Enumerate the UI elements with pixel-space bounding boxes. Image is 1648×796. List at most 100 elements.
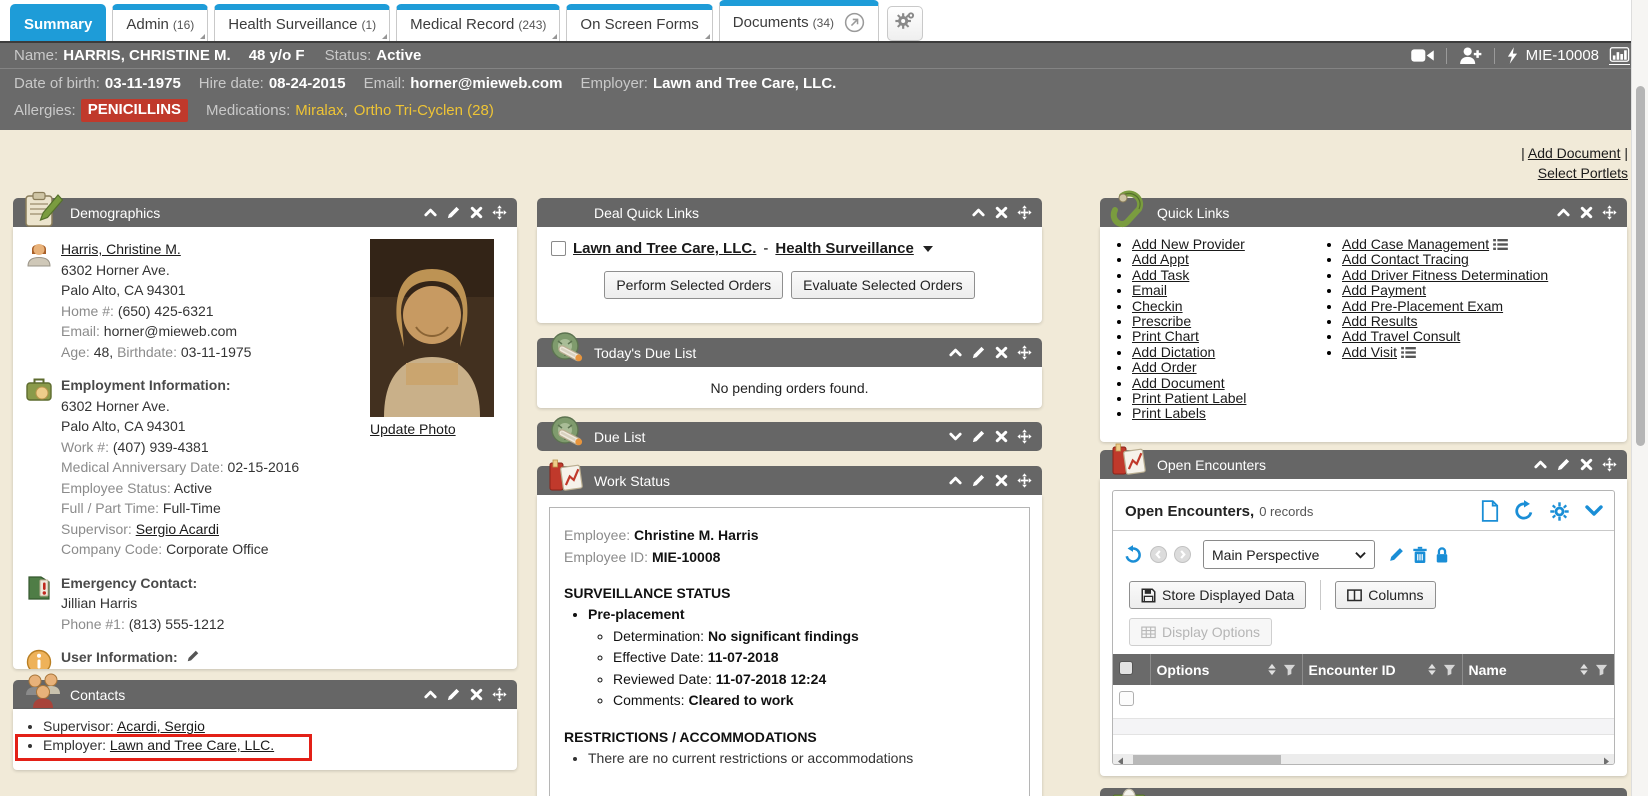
tab-admin[interactable]: Admin(16) — [112, 4, 208, 41]
scroll-left-arrow[interactable] — [1113, 754, 1128, 765]
evaluate-selected-orders-button[interactable]: Evaluate Selected Orders — [791, 271, 975, 299]
flowsheet-chart-icon[interactable] — [1609, 47, 1630, 65]
add-pre-placement-exam-link[interactable]: Add Pre-Placement Exam — [1342, 298, 1503, 314]
popout-arrow-icon[interactable] — [844, 12, 865, 33]
edit-portlet-button[interactable] — [971, 429, 986, 444]
columns-button[interactable]: Columns — [1335, 581, 1435, 609]
move-portlet-handle[interactable] — [1017, 205, 1032, 220]
checkin-link[interactable]: Checkin — [1132, 298, 1183, 314]
edit-portlet-button[interactable] — [971, 473, 986, 488]
add-appt-link[interactable]: Add Appt — [1132, 251, 1189, 267]
add-new-provider-link[interactable]: Add New Provider — [1132, 236, 1245, 252]
add-task-link[interactable]: Add Task — [1132, 267, 1189, 283]
move-portlet-handle[interactable] — [492, 687, 507, 702]
move-portlet-handle[interactable] — [1017, 429, 1032, 444]
select-portlets-link[interactable]: Select Portlets — [1538, 165, 1628, 181]
video-camera-icon[interactable] — [1411, 48, 1434, 63]
update-photo-link[interactable]: Update Photo — [370, 421, 456, 437]
tab-health-surveillance[interactable]: Health Surveillance(1) — [214, 4, 390, 41]
refresh-icon[interactable] — [1513, 500, 1535, 522]
edit-portlet-button[interactable] — [446, 687, 461, 702]
prev-perspective-button[interactable] — [1150, 546, 1167, 563]
add-travel-consult-link[interactable]: Add Travel Consult — [1342, 328, 1460, 344]
filter-icon[interactable] — [1595, 663, 1608, 676]
collapse-portlet-button[interactable] — [1533, 457, 1548, 472]
close-portlet-button[interactable] — [994, 345, 1009, 360]
page-vertical-scrollbar[interactable] — [1631, 0, 1648, 796]
todays-due-list-header[interactable]: Today's Due List — [537, 338, 1042, 367]
close-portlet-button[interactable] — [994, 473, 1009, 488]
edit-portlet-button[interactable] — [1556, 457, 1571, 472]
tab-settings-gear-button[interactable] — [887, 6, 923, 41]
print-labels-link[interactable]: Print Labels — [1132, 405, 1206, 421]
next-perspective-button[interactable] — [1174, 546, 1191, 563]
close-portlet-button[interactable] — [994, 205, 1009, 220]
contact-supervisor-link[interactable]: Acardi, Sergio — [117, 718, 205, 734]
lock-perspective-icon[interactable] — [1435, 546, 1449, 564]
new-document-icon[interactable] — [1481, 500, 1499, 522]
move-portlet-handle[interactable] — [1602, 205, 1617, 220]
expand-portlet-button[interactable] — [948, 429, 963, 444]
deal-program-link[interactable]: Health Surveillance — [775, 240, 913, 257]
move-portlet-handle[interactable] — [492, 205, 507, 220]
add-dictation-link[interactable]: Add Dictation — [1132, 344, 1215, 360]
edit-perspective-pencil-icon[interactable] — [1388, 546, 1405, 563]
add-payment-link[interactable]: Add Payment — [1342, 282, 1426, 298]
vertical-scroll-thumb[interactable] — [1636, 86, 1645, 446]
service-column-header[interactable]: Service — [1614, 654, 1615, 685]
print-patient-label-link[interactable]: Print Patient Label — [1132, 390, 1246, 406]
print-chart-link[interactable]: Print Chart — [1132, 328, 1199, 344]
chevron-down-icon[interactable] — [923, 246, 933, 252]
tab-summary[interactable]: Summary — [10, 4, 106, 41]
add-person-icon[interactable] — [1459, 47, 1482, 64]
add-contact-tracing-link[interactable]: Add Contact Tracing — [1342, 251, 1469, 267]
allergy-badge[interactable]: PENICILLINS — [81, 99, 188, 122]
contacts-header[interactable]: Contacts — [13, 680, 517, 709]
lightning-icon[interactable] — [1507, 47, 1518, 64]
close-portlet-button[interactable] — [469, 687, 484, 702]
encounter-id-column-header[interactable]: Encounter ID — [1302, 654, 1462, 685]
medication-link-miralax[interactable]: Miralax — [295, 100, 343, 122]
delete-perspective-trash-icon[interactable] — [1412, 546, 1428, 564]
edit-pencil-icon[interactable] — [186, 649, 200, 663]
collapse-portlet-button[interactable] — [1556, 205, 1571, 220]
tab-on-screen-forms[interactable]: On Screen Forms — [566, 4, 712, 41]
store-displayed-data-button[interactable]: Store Displayed Data — [1129, 581, 1306, 609]
deal-company-link[interactable]: Lawn and Tree Care, LLC. — [573, 240, 756, 257]
grid-settings-gear-icon[interactable] — [1549, 501, 1570, 522]
quick-links-header[interactable]: Quick Links — [1100, 198, 1627, 227]
filter-icon[interactable] — [1443, 663, 1456, 676]
collapse-portlet-button[interactable] — [423, 205, 438, 220]
add-order-link[interactable]: Add Order — [1132, 359, 1197, 375]
add-results-link[interactable]: Add Results — [1342, 313, 1417, 329]
perspective-select[interactable]: Main Perspective — [1203, 540, 1375, 569]
horizontal-scrollbar[interactable] — [1113, 754, 1614, 765]
collapse-portlet-button[interactable] — [948, 345, 963, 360]
add-driver-fitness-link[interactable]: Add Driver Fitness Determination — [1342, 267, 1548, 283]
collapse-portlet-button[interactable] — [423, 687, 438, 702]
close-portlet-button[interactable] — [1579, 205, 1594, 220]
add-case-management-link[interactable]: Add Case Management — [1342, 236, 1489, 252]
edit-portlet-button[interactable] — [446, 205, 461, 220]
demographics-header[interactable]: Demographics — [13, 198, 517, 227]
work-status-header[interactable]: Work Status — [537, 466, 1042, 495]
collapse-portlet-button[interactable] — [971, 205, 986, 220]
supervisor-link[interactable]: Sergio Acardi — [136, 521, 219, 537]
edit-portlet-button[interactable] — [971, 345, 986, 360]
prescribe-link[interactable]: Prescribe — [1132, 313, 1191, 329]
list-icon[interactable] — [1401, 347, 1416, 358]
reset-undo-icon[interactable] — [1123, 545, 1143, 565]
email-link[interactable]: Email — [1132, 282, 1167, 298]
name-column-header[interactable]: Name — [1462, 654, 1614, 685]
select-all-checkbox[interactable] — [1119, 661, 1133, 675]
next-portlet-header[interactable] — [1100, 788, 1627, 796]
tab-medical-record[interactable]: Medical Record(243) — [396, 4, 560, 41]
display-options-button[interactable]: Display Options — [1129, 618, 1272, 646]
deal-quick-links-header[interactable]: Deal Quick Links — [537, 198, 1042, 227]
open-encounters-header[interactable]: Open Encounters — [1100, 450, 1627, 479]
sort-icon[interactable] — [1267, 663, 1277, 676]
tab-documents[interactable]: Documents (34) — [719, 0, 879, 41]
add-document-link[interactable]: Add Document — [1528, 145, 1621, 161]
patient-name-link[interactable]: Harris, Christine M. — [61, 241, 181, 257]
filter-icon[interactable] — [1283, 663, 1296, 676]
